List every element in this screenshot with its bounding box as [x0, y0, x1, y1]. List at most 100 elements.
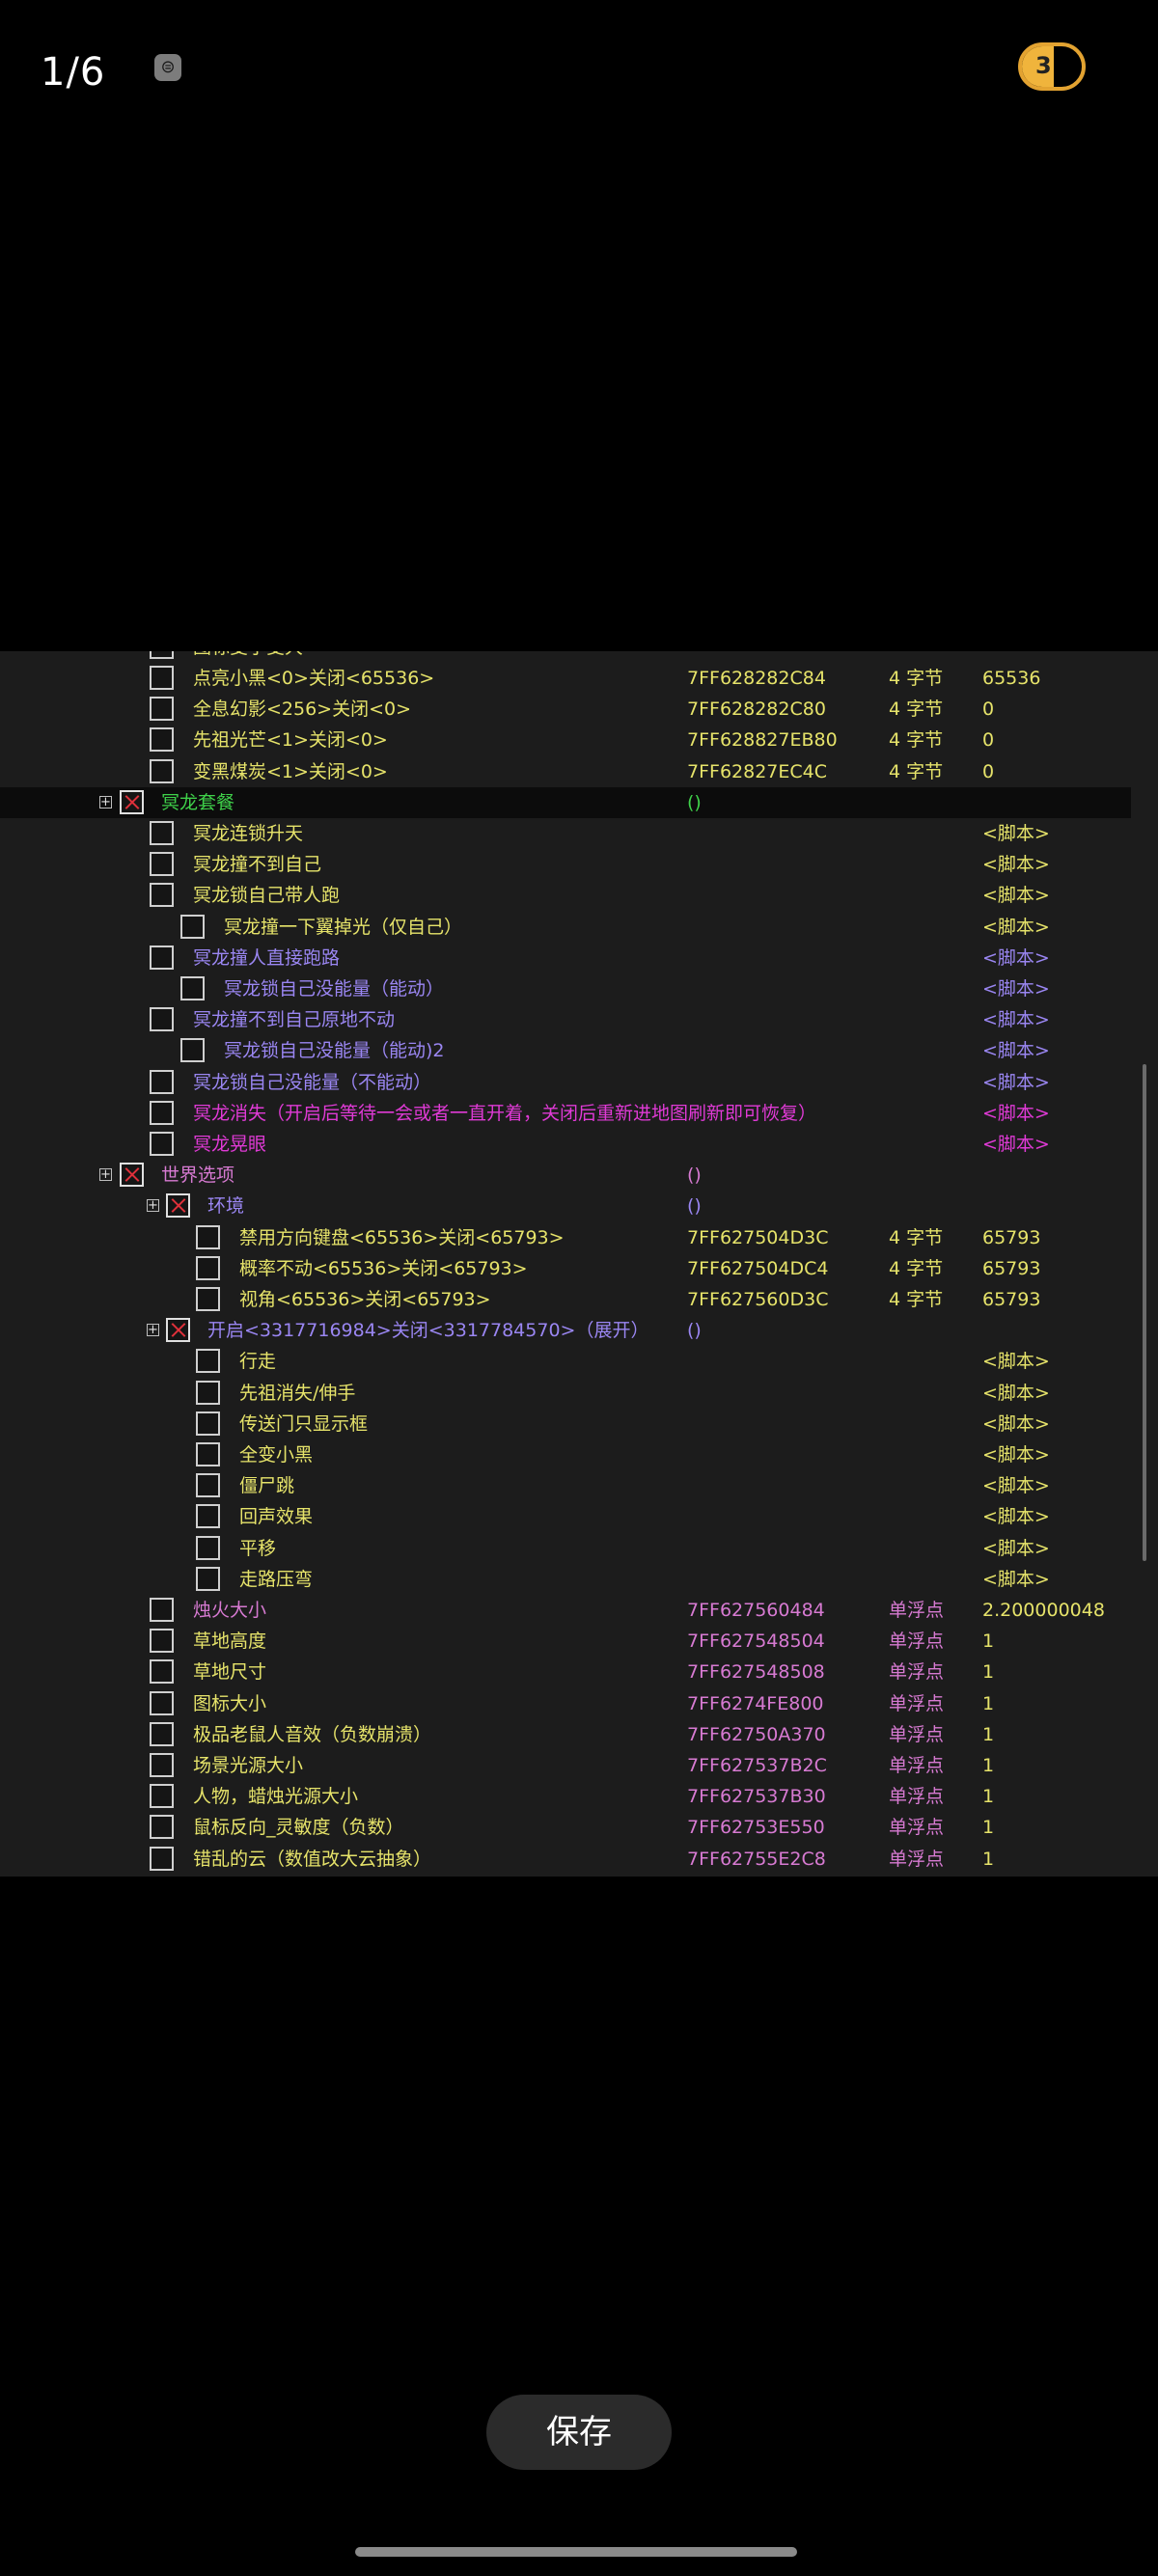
checkbox[interactable]	[150, 1598, 174, 1622]
checkbox[interactable]	[150, 1069, 174, 1094]
checkbox[interactable]	[150, 883, 174, 908]
table-row[interactable]: 走路压弯 <脚本>	[0, 1564, 1131, 1595]
group-row[interactable]: + 开启<3317716984>关闭<3317784570>（展开） ()	[0, 1315, 1131, 1346]
row-value[interactable]: <脚本>	[982, 1470, 1050, 1501]
row-value[interactable]: <脚本>	[982, 973, 1050, 1004]
scrollbar-thumb[interactable]	[1143, 1064, 1146, 1561]
table-row[interactable]: 人物，蜡烛光源大小 7FF627537B30 单浮点 1	[0, 1781, 1131, 1812]
table-row[interactable]: 变黑煤炭<1>关闭<0> 7FF62827EC4C 4 字节 0	[0, 756, 1131, 787]
table-row[interactable]: 冥龙撞不到自己 <脚本>	[0, 849, 1131, 880]
table-row[interactable]: 烛火大小 7FF627560484 单浮点 2.200000048	[0, 1595, 1131, 1626]
table-row[interactable]: 冥龙连锁升天 <脚本>	[0, 818, 1131, 849]
row-value[interactable]: <脚本>	[982, 1129, 1050, 1160]
checkbox[interactable]	[196, 1411, 220, 1436]
checkbox[interactable]	[180, 914, 205, 939]
row-value[interactable]: <脚本>	[982, 1501, 1050, 1532]
checkbox[interactable]	[150, 1100, 174, 1125]
group-checkbox-x-icon[interactable]	[166, 1318, 190, 1343]
table-row[interactable]: 冥龙晃眼 <脚本>	[0, 1129, 1131, 1160]
table-row[interactable]: 全变小黑 <脚本>	[0, 1439, 1131, 1470]
checkbox[interactable]	[150, 666, 174, 690]
row-value[interactable]: 1	[982, 1844, 994, 1875]
table-row[interactable]: 僵尸跳 <脚本>	[0, 1470, 1131, 1501]
save-button[interactable]: 保存	[486, 2395, 672, 2470]
checkbox[interactable]	[180, 976, 205, 1000]
table-row[interactable]: 先祖消失/伸手 <脚本>	[0, 1378, 1131, 1409]
checkbox[interactable]	[196, 1224, 220, 1249]
row-value[interactable]: <脚本>	[982, 1439, 1050, 1470]
home-indicator[interactable]	[355, 2547, 797, 2557]
row-value[interactable]: <脚本>	[982, 943, 1050, 973]
table-row[interactable]: 回声效果 <脚本>	[0, 1501, 1131, 1532]
row-value[interactable]: 1	[982, 1688, 994, 1719]
group-checkbox-x-icon[interactable]	[120, 1163, 144, 1188]
row-value[interactable]: <脚本>	[982, 1098, 1050, 1129]
expand-icon[interactable]: +	[147, 1199, 159, 1213]
table-row[interactable]: 冥龙锁自己没能量（能动)2 <脚本>	[0, 1035, 1131, 1066]
checkbox[interactable]	[150, 1721, 174, 1746]
row-value[interactable]: 2.200000048	[982, 1595, 1105, 1626]
row-value[interactable]: <脚本>	[982, 1346, 1050, 1377]
row-value[interactable]: 1	[982, 1812, 994, 1843]
group-row[interactable]: + 环境 ()	[0, 1191, 1131, 1221]
row-value[interactable]: 1	[982, 1626, 994, 1657]
checkbox[interactable]	[150, 1846, 174, 1871]
checkbox[interactable]	[150, 1753, 174, 1777]
checkbox[interactable]	[196, 1473, 220, 1498]
table-row[interactable]: 冥龙锁自己没能量（不能动） <脚本>	[0, 1067, 1131, 1098]
row-value[interactable]: <脚本>	[982, 1409, 1050, 1439]
table-row[interactable]: 草地尺寸 7FF627548508 单浮点 1	[0, 1657, 1131, 1687]
row-value[interactable]: 65793	[982, 1284, 1040, 1315]
row-value[interactable]: <脚本>	[982, 1004, 1050, 1035]
row-value[interactable]: <脚本>	[982, 1035, 1050, 1066]
table-row[interactable]: 极品老鼠人音效（负数崩溃） 7FF62750A370 单浮点 1	[0, 1719, 1131, 1750]
table-row[interactable]: 图标大小 7FF6274FE800 单浮点 1	[0, 1688, 1131, 1719]
row-value[interactable]: <脚本>	[982, 1533, 1050, 1564]
badge-icon[interactable]: ⊜	[154, 54, 181, 81]
table-row[interactable]: 冥龙撞不到自己原地不动 <脚本>	[0, 1004, 1131, 1035]
table-row[interactable]: 传送门只显示框 <脚本>	[0, 1409, 1131, 1439]
row-value[interactable]: 0	[982, 725, 994, 755]
checkbox[interactable]	[150, 1659, 174, 1685]
row-value[interactable]: 1	[982, 1657, 994, 1687]
table-row[interactable]: 视角<65536>关闭<65793> 7FF627560D3C 4 字节 65793	[0, 1284, 1131, 1315]
table-row[interactable]: 场景光源大小 7FF627537B2C 单浮点 1	[0, 1750, 1131, 1781]
table-row[interactable]: 冥龙撞一下翼掉光（仅自己） <脚本>	[0, 912, 1131, 943]
checkbox[interactable]	[150, 697, 174, 722]
scrollbar[interactable]	[1131, 651, 1158, 1877]
expand-icon[interactable]: +	[99, 795, 112, 808]
mode-toggle-icon[interactable]: 3	[1018, 42, 1086, 91]
row-value[interactable]: 0	[982, 756, 994, 787]
row-value[interactable]: <脚本>	[982, 880, 1050, 911]
row-value[interactable]: 1	[982, 1781, 994, 1812]
checkbox[interactable]	[196, 1287, 220, 1311]
table-row[interactable]: 冥龙锁自己带人跑 <脚本>	[0, 880, 1131, 911]
group-row[interactable]: + 世界选项 ()	[0, 1160, 1131, 1191]
checkbox[interactable]	[150, 1132, 174, 1156]
row-value[interactable]: 65536	[982, 663, 1040, 694]
checkbox[interactable]	[150, 1007, 174, 1032]
table-row[interactable]: 全息幻影<256>关闭<0> 7FF628282C80 4 字节 0	[0, 694, 1131, 725]
row-value[interactable]: <脚本>	[982, 1067, 1050, 1098]
checkbox[interactable]	[196, 1442, 220, 1466]
checkbox[interactable]	[150, 945, 174, 970]
table-row[interactable]: 概率不动<65536>关闭<65793> 7FF627504DC4 4 字节 6579…	[0, 1253, 1131, 1284]
row-value[interactable]: 0	[982, 694, 994, 725]
table-row[interactable]: 禁用方向键盘<65536>关闭<65793> 7FF627504D3C 4 字节 65…	[0, 1222, 1131, 1253]
table-row[interactable]: 行走 <脚本>	[0, 1346, 1131, 1377]
row-value[interactable]: <脚本>	[982, 849, 1050, 880]
row-value[interactable]: 65793	[982, 1253, 1040, 1284]
table-row[interactable]: 草地高度 7FF627548504 单浮点 1	[0, 1626, 1131, 1657]
checkbox[interactable]	[150, 852, 174, 877]
row-value[interactable]: 1	[982, 1719, 994, 1750]
table-row[interactable]: 点亮小黑<0>关闭<65536> 7FF628282C84 4 字节 65536	[0, 663, 1131, 694]
checkbox[interactable]	[150, 1690, 174, 1715]
group-row[interactable]: + 冥龙套餐 ()	[0, 786, 1131, 818]
table-row[interactable]: 鼠标反向_灵敏度（负数） 7FF62753E550 单浮点 1	[0, 1812, 1131, 1843]
group-checkbox-x-icon[interactable]	[120, 789, 144, 814]
row-value[interactable]: <脚本>	[982, 1378, 1050, 1409]
checkbox[interactable]	[150, 821, 174, 845]
row-value[interactable]: 1	[982, 1750, 994, 1781]
table-row[interactable]: 冥龙撞人直接跑路 <脚本>	[0, 943, 1131, 973]
checkbox[interactable]	[150, 727, 174, 753]
